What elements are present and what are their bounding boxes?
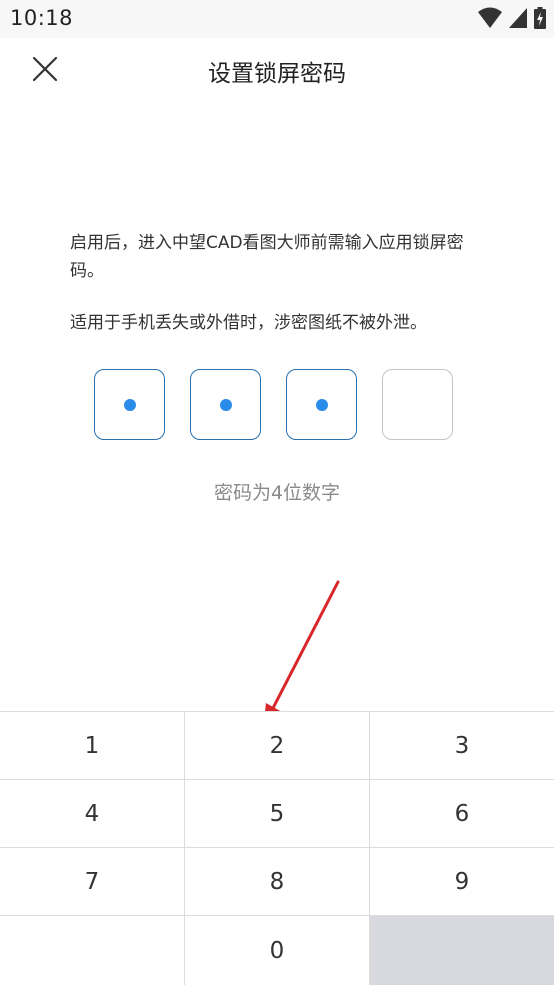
wifi-icon: [478, 7, 502, 29]
key-2[interactable]: 2: [185, 712, 370, 780]
header: 设置锁屏密码: [0, 38, 554, 102]
pin-dot: [315, 398, 328, 411]
signal-icon: [508, 7, 528, 29]
status-bar: 10:18: [0, 0, 554, 38]
pin-box-1: [94, 369, 165, 440]
pin-input[interactable]: [94, 369, 453, 440]
key-7[interactable]: 7: [0, 848, 185, 916]
key-8[interactable]: 8: [185, 848, 370, 916]
pin-hint: 密码为4位数字: [213, 482, 341, 504]
key-blank: [0, 916, 185, 985]
key-5[interactable]: 5: [185, 780, 370, 848]
battery-charging-icon: [534, 7, 546, 29]
status-time: 10:18: [10, 6, 74, 30]
key-3[interactable]: 3: [370, 712, 554, 780]
status-icons: [478, 7, 546, 29]
pin-box-3: [286, 369, 357, 440]
key-6[interactable]: 6: [370, 780, 554, 848]
key-delete[interactable]: [370, 916, 554, 985]
pin-box-4: [382, 369, 453, 440]
key-9[interactable]: 9: [370, 848, 554, 916]
description-line-1: 启用后，进入中望CAD看图大师前需输入应用锁屏密码。: [70, 233, 464, 281]
close-button[interactable]: [24, 50, 66, 92]
close-icon: [32, 56, 58, 86]
key-4[interactable]: 4: [0, 780, 185, 848]
numeric-keypad: 1 2 3 4 5 6 7 8 9 0: [0, 711, 554, 985]
pin-dot: [123, 398, 136, 411]
pin-dot: [219, 398, 232, 411]
key-1[interactable]: 1: [0, 712, 185, 780]
pin-box-2: [190, 369, 261, 440]
key-0[interactable]: 0: [185, 916, 370, 985]
description-line-2: 适用于手机丢失或外借时，涉密图纸不被外泄。: [70, 313, 427, 333]
page-title: 设置锁屏密码: [208, 61, 346, 87]
